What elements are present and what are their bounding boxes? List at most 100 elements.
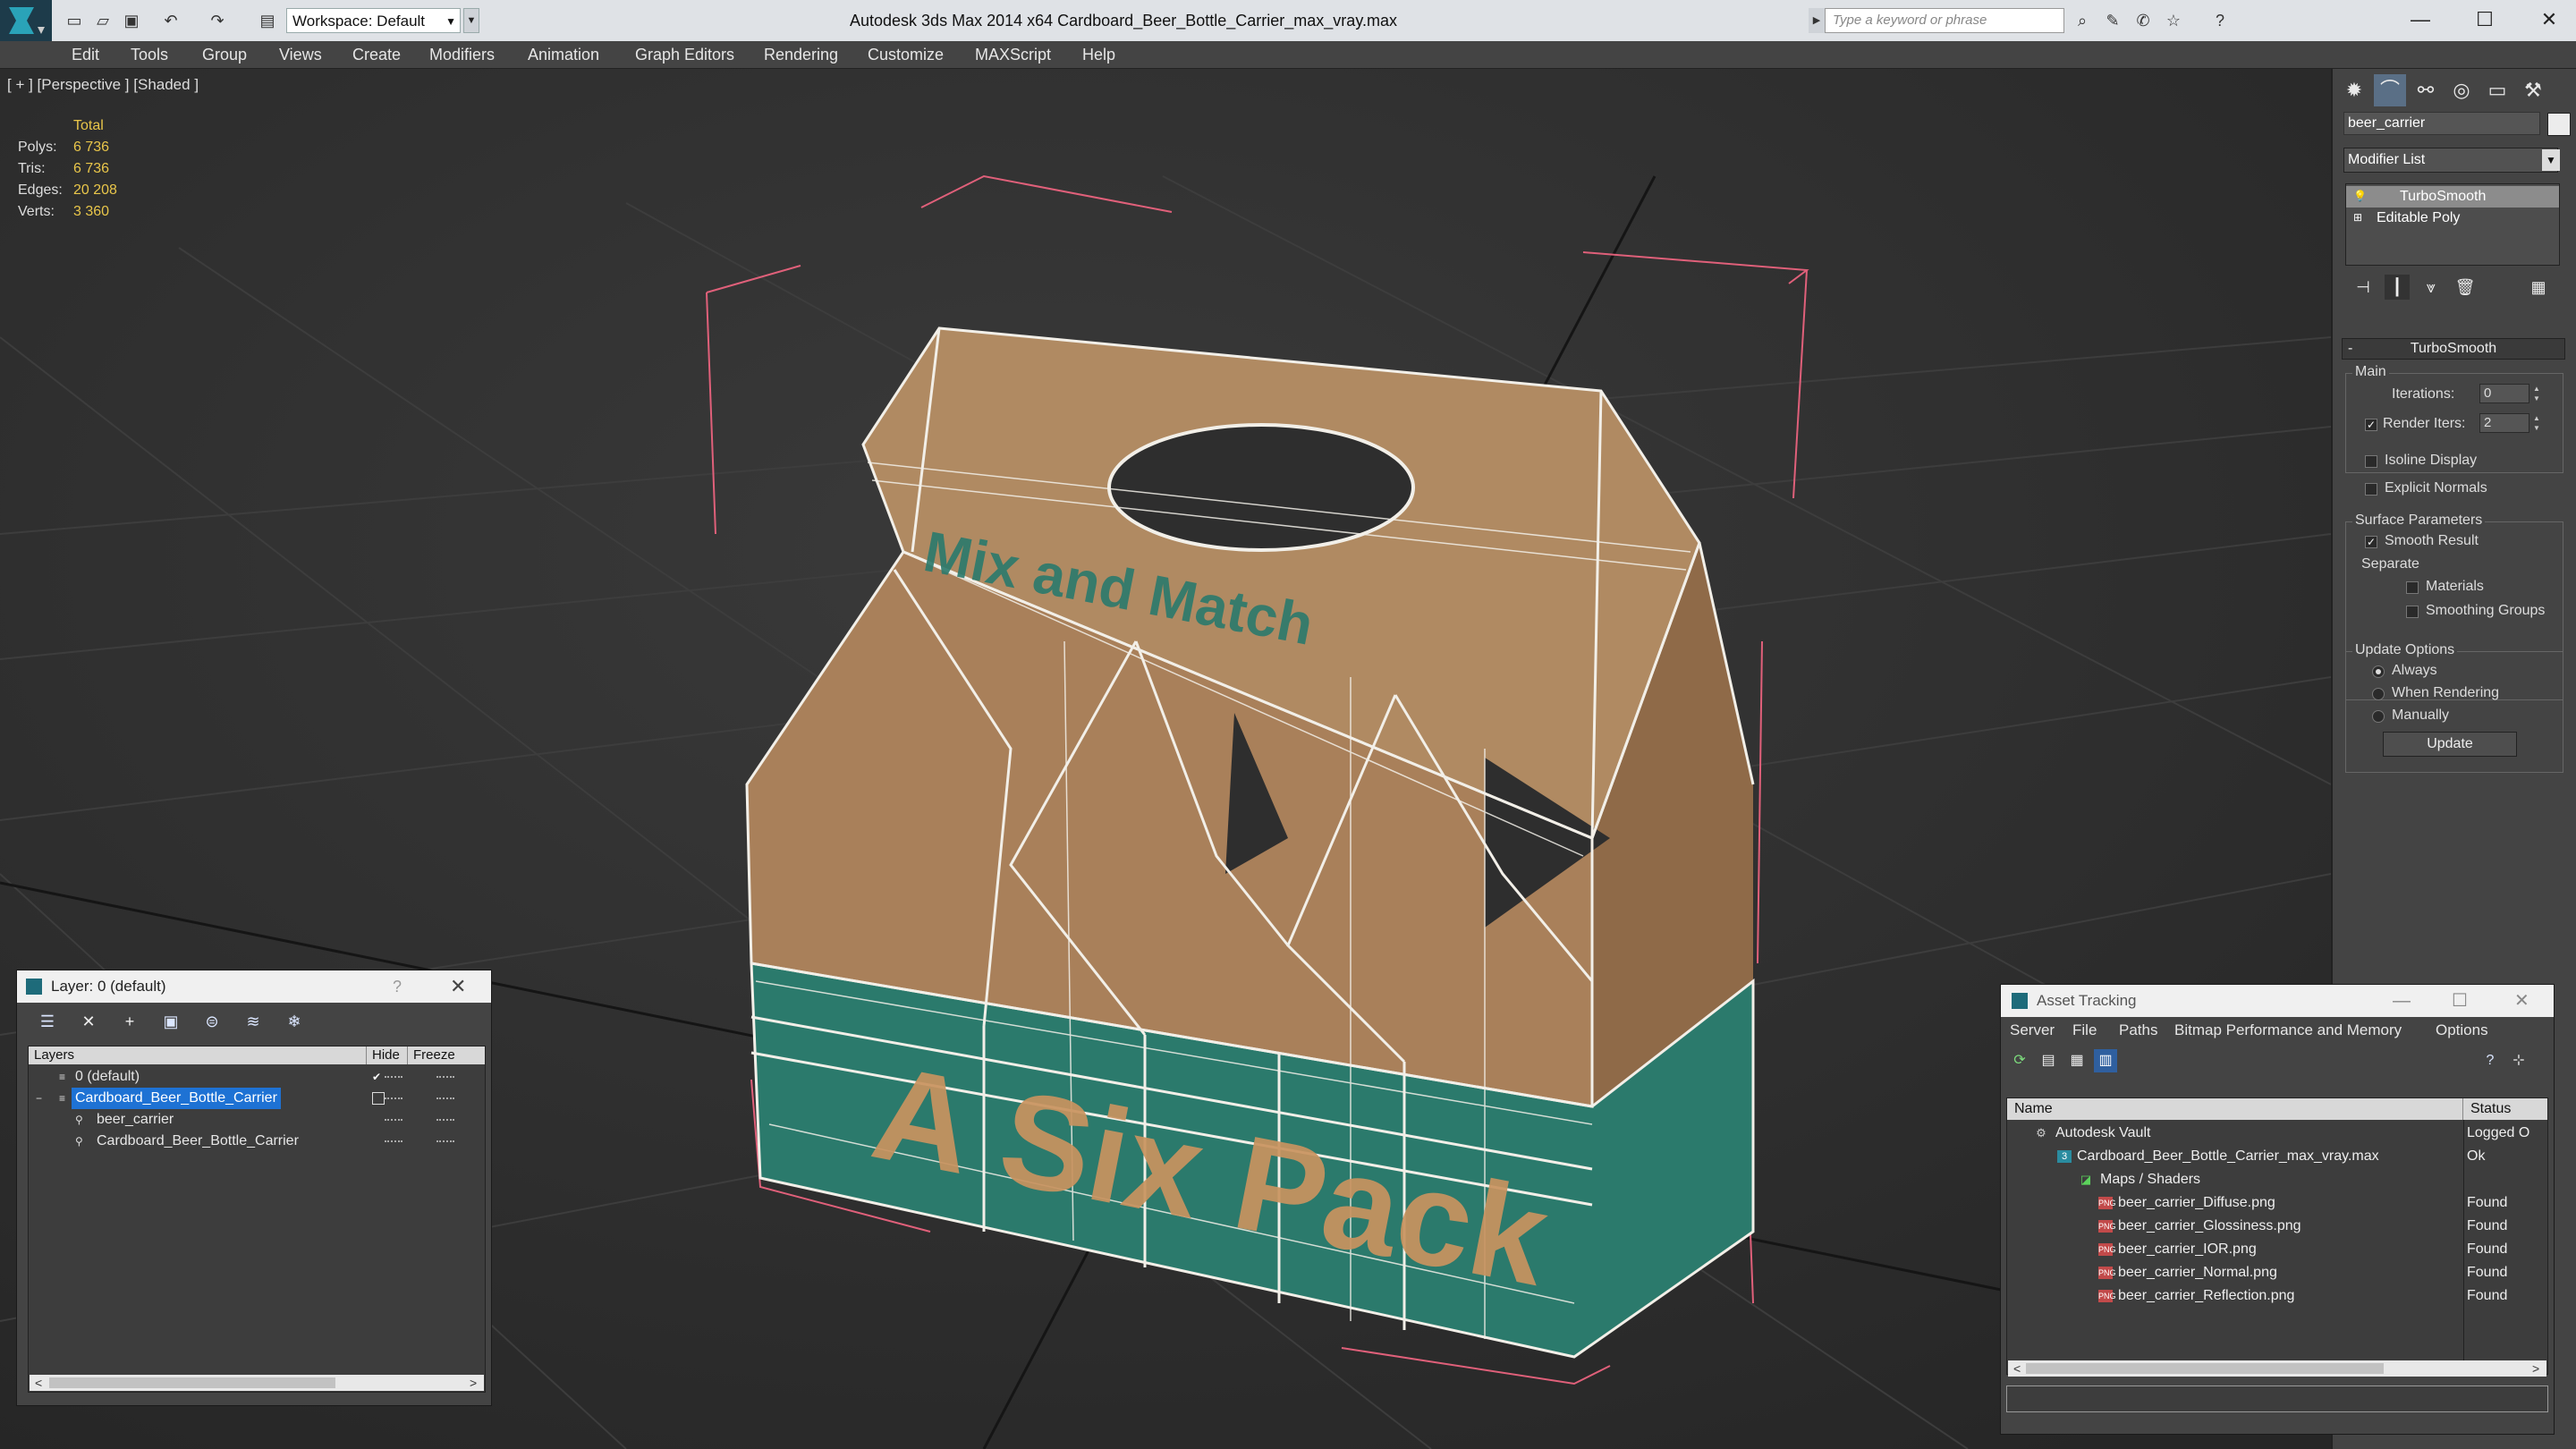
menu-help[interactable]: Help bbox=[1082, 41, 1115, 68]
workspace-dropdown[interactable]: Workspace: Default ▼ bbox=[286, 8, 461, 33]
hierarchy-tab-icon[interactable]: ⚯ bbox=[2410, 74, 2442, 106]
subscription-icon[interactable]: ✎ bbox=[2102, 11, 2123, 30]
status-column-header[interactable]: Status bbox=[2463, 1098, 2547, 1120]
new-file-icon[interactable]: ▭ bbox=[64, 12, 84, 30]
asset-row[interactable]: PNG beer_carrier_IOR.png Found bbox=[2007, 1238, 2547, 1261]
scroll-left-icon[interactable]: < bbox=[35, 1375, 42, 1391]
spinner-arrows-icon[interactable]: ▲ ▼ bbox=[2531, 384, 2542, 403]
scrollbar-thumb[interactable] bbox=[49, 1377, 335, 1388]
object-name-input[interactable]: beer_carrier bbox=[2343, 112, 2540, 135]
redo-icon[interactable]: ↷ bbox=[208, 12, 227, 30]
create-layer-icon[interactable]: ☰ bbox=[35, 1010, 60, 1033]
stack-item-editable-poly[interactable]: ⊞ Editable Poly bbox=[2346, 208, 2559, 229]
collapse-icon[interactable]: − bbox=[36, 1092, 48, 1105]
scroll-right-icon[interactable]: > bbox=[2532, 1360, 2539, 1377]
horizontal-scrollbar[interactable]: < > bbox=[2008, 1360, 2546, 1377]
help-icon[interactable]: ? bbox=[2479, 1049, 2502, 1072]
chevron-down-icon[interactable]: ▼ bbox=[2542, 149, 2560, 171]
freeze-toggle[interactable] bbox=[436, 1076, 454, 1080]
layers-column-header[interactable]: Layers bbox=[29, 1046, 367, 1064]
hide-toggle[interactable] bbox=[385, 1140, 402, 1144]
minimize-icon[interactable]: — bbox=[2393, 985, 2411, 1017]
search-expand-arrow[interactable]: ▶ bbox=[1809, 8, 1825, 33]
menu-create[interactable]: Create bbox=[352, 41, 401, 68]
pin-stack-icon[interactable]: ⊣ bbox=[2351, 275, 2376, 300]
search-input[interactable]: Type a keyword or phrase bbox=[1825, 8, 2064, 33]
table-view-icon[interactable]: ▦ bbox=[2065, 1049, 2089, 1072]
modifier-list-dropdown[interactable]: Modifier List bbox=[2343, 148, 2558, 173]
scroll-left-icon[interactable]: < bbox=[2013, 1360, 2021, 1377]
minimize-button[interactable]: — bbox=[2392, 0, 2449, 41]
menu-server[interactable]: Server bbox=[2010, 1017, 2055, 1044]
remove-modifier-icon[interactable]: 🗑 bbox=[2453, 275, 2478, 300]
menu-rendering[interactable]: Rendering bbox=[764, 41, 838, 68]
motion-tab-icon[interactable]: ◎ bbox=[2445, 74, 2478, 106]
menu-group[interactable]: Group bbox=[202, 41, 247, 68]
menu-graph-editors[interactable]: Graph Editors bbox=[635, 41, 734, 68]
asset-row[interactable]: 3 Cardboard_Beer_Bottle_Carrier_max_vray… bbox=[2007, 1145, 2547, 1168]
asset-tracking-titlebar[interactable]: Asset Tracking — ☐ ✕ bbox=[2001, 985, 2554, 1017]
freeze-toggle[interactable] bbox=[436, 1140, 454, 1144]
object-color-swatch[interactable] bbox=[2547, 113, 2571, 136]
expand-plus-icon[interactable]: ⊞ bbox=[2353, 212, 2364, 223]
close-button[interactable]: ✕ bbox=[2521, 0, 2576, 41]
always-radio[interactable] bbox=[2372, 665, 2385, 678]
modify-tab-icon[interactable]: ⌒ bbox=[2374, 74, 2406, 106]
freeze-column-header[interactable]: Freeze bbox=[408, 1046, 485, 1064]
asset-row[interactable]: PNG beer_carrier_Reflection.png Found bbox=[2007, 1284, 2547, 1308]
checkmark-icon[interactable]: ✔ bbox=[372, 1071, 385, 1083]
materials-checkbox[interactable] bbox=[2406, 581, 2419, 594]
turbosmooth-rollout-header[interactable]: - TurboSmooth bbox=[2342, 338, 2565, 360]
hide-all-layers-icon[interactable]: ≋ bbox=[241, 1010, 266, 1033]
menu-maxscript[interactable]: MAXScript bbox=[975, 41, 1051, 68]
freeze-all-layers-icon[interactable]: ❄ bbox=[282, 1010, 307, 1033]
close-icon[interactable]: ✕ bbox=[450, 970, 466, 1003]
add-to-layer-icon[interactable]: + bbox=[117, 1010, 142, 1033]
iterations-spinner[interactable]: 0 bbox=[2479, 384, 2529, 403]
menu-paths[interactable]: Paths bbox=[2119, 1017, 2157, 1044]
explicit-normals-checkbox[interactable] bbox=[2365, 483, 2377, 496]
delete-layer-icon[interactable]: ✕ bbox=[76, 1010, 101, 1033]
undo-icon[interactable]: ↶ bbox=[161, 12, 181, 30]
menu-animation[interactable]: Animation bbox=[528, 41, 599, 68]
configure-sets-icon[interactable]: ▦ bbox=[2526, 275, 2551, 300]
render-iters-checkbox[interactable]: ✓ bbox=[2365, 419, 2377, 431]
layer-row[interactable]: ⚲ Cardboard_Beer_Bottle_Carrier bbox=[29, 1131, 485, 1152]
show-end-result-icon[interactable]: ┃ bbox=[2385, 275, 2410, 300]
open-file-icon[interactable]: ▱ bbox=[93, 12, 113, 30]
communication-icon[interactable]: ✆ bbox=[2132, 11, 2154, 30]
freeze-toggle[interactable] bbox=[436, 1097, 454, 1101]
render-iters-spinner[interactable]: 2 bbox=[2479, 413, 2529, 433]
refresh-icon[interactable]: ⟳ bbox=[2008, 1049, 2031, 1072]
menu-bitmap-performance[interactable]: Bitmap Performance and Memory bbox=[2174, 1017, 2402, 1044]
hide-column-header[interactable]: Hide bbox=[367, 1046, 408, 1064]
make-unique-icon[interactable]: ⩔ bbox=[2419, 275, 2444, 300]
update-button[interactable]: Update bbox=[2383, 732, 2517, 757]
menu-customize[interactable]: Customize bbox=[868, 41, 944, 68]
spinner-arrows-icon[interactable]: ▲ ▼ bbox=[2531, 413, 2542, 433]
asset-row[interactable]: ◪ Maps / Shaders bbox=[2007, 1168, 2547, 1191]
isoline-display-checkbox[interactable] bbox=[2365, 455, 2377, 468]
scroll-right-icon[interactable]: > bbox=[470, 1375, 477, 1391]
layer-row[interactable]: ⚲ beer_carrier bbox=[29, 1109, 485, 1131]
save-file-icon[interactable]: ▣ bbox=[122, 12, 141, 30]
asset-row[interactable]: PNG beer_carrier_Diffuse.png Found bbox=[2007, 1191, 2547, 1215]
maximize-button[interactable]: ☐ bbox=[2456, 0, 2513, 41]
asset-row[interactable]: ⚙ Autodesk Vault Logged O bbox=[2007, 1122, 2547, 1145]
asset-row[interactable]: PNG beer_carrier_Normal.png Found bbox=[2007, 1261, 2547, 1284]
current-layer-box[interactable] bbox=[372, 1092, 385, 1105]
favorites-star-icon[interactable]: ☆ bbox=[2163, 11, 2184, 30]
smooth-result-checkbox[interactable]: ✓ bbox=[2365, 536, 2377, 548]
select-objects-icon[interactable]: ▣ bbox=[158, 1010, 183, 1033]
menu-modifiers[interactable]: Modifiers bbox=[429, 41, 495, 68]
project-folder-icon[interactable]: ▤ bbox=[258, 12, 277, 30]
hide-toggle[interactable] bbox=[385, 1119, 402, 1123]
utilities-tab-icon[interactable]: ⚒ bbox=[2517, 74, 2549, 106]
app-logo-icon[interactable] bbox=[0, 0, 52, 41]
pin-icon[interactable]: ⊹ bbox=[2507, 1049, 2530, 1072]
hide-toggle[interactable] bbox=[385, 1076, 402, 1080]
display-tab-icon[interactable]: ▭ bbox=[2481, 74, 2513, 106]
hide-toggle[interactable] bbox=[385, 1097, 402, 1101]
binoculars-icon[interactable]: ⌕ bbox=[2072, 11, 2093, 30]
freeze-toggle[interactable] bbox=[436, 1119, 454, 1123]
